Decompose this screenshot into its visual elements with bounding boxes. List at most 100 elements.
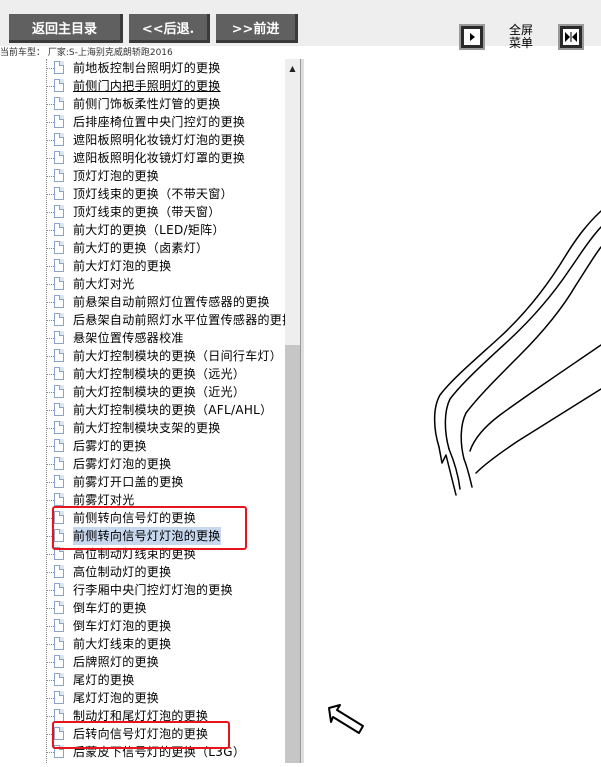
tree-item-label[interactable]: 制动灯和尾灯灯泡的更换 [73, 707, 208, 725]
tree-item-label[interactable]: 顶灯灯泡的更换 [73, 167, 159, 185]
tree-item[interactable]: 后排座椅位置中央门控灯的更换 [0, 113, 285, 131]
tree-item-label[interactable]: 倒车灯的更换 [73, 599, 147, 617]
tree-item-label[interactable]: 尾灯灯泡的更换 [73, 689, 159, 707]
tree-item[interactable]: 前大灯控制模块的更换（日间行车灯） [0, 347, 285, 365]
tree-item[interactable]: 行李厢中央门控灯灯泡的更换 [0, 581, 285, 599]
tree-item[interactable]: 后雾灯灯泡的更换 [0, 455, 285, 473]
tree-item-label[interactable]: 前侧转向信号灯的更换 [73, 509, 196, 527]
tree-item[interactable]: 倒车灯的更换 [0, 599, 285, 617]
tree-connector [46, 536, 54, 537]
lamp-illustration [328, 210, 601, 734]
tree-item-label[interactable]: 前地板控制台照明灯的更换 [73, 59, 221, 77]
tree-item-label[interactable]: 高位制动灯线束的更换 [73, 545, 196, 563]
document-page-icon [54, 115, 64, 128]
tree-scrollbar-thumb[interactable] [285, 345, 300, 763]
document-page-icon [54, 223, 64, 236]
tree-item-label[interactable]: 顶灯线束的更换（不带天窗） [73, 185, 233, 203]
tree-item-label[interactable]: 前大灯对光 [73, 275, 135, 293]
tree-item[interactable]: 尾灯灯泡的更换 [0, 689, 285, 707]
tree-item[interactable]: 后蒙皮下信号灯的更换（L3G） [0, 743, 285, 761]
tree-item[interactable]: 遮阳板照明化妆镜灯灯泡的更换 [0, 131, 285, 149]
tree-item[interactable]: 后牌照灯的更换 [0, 653, 285, 671]
tree-item[interactable]: 前大灯控制模块的更换（远光） [0, 365, 285, 383]
tree-item[interactable]: 前大灯控制模块的更换（近光） [0, 383, 285, 401]
document-page-icon [54, 421, 64, 434]
tree-item[interactable]: 前雾灯对光 [0, 491, 285, 509]
document-page-icon [54, 637, 64, 650]
tree-item-label[interactable]: 行李厢中央门控灯灯泡的更换 [73, 581, 233, 599]
tree-item-label[interactable]: 前大灯控制模块的更换（AFL/AHL） [73, 401, 272, 419]
tree-item-label[interactable]: 悬架位置传感器校准 [73, 329, 184, 347]
back-button[interactable]: <<后退. [129, 14, 210, 43]
tree-item-label[interactable]: 前侧门饰板柔性灯管的更换 [73, 95, 221, 113]
tree-item[interactable]: 后悬架自动前照灯水平位置传感器的更换 [0, 311, 285, 329]
tree-connector [46, 428, 54, 429]
tree-item-label[interactable]: 前大灯控制模块的更换（近光） [73, 383, 245, 401]
tree-item[interactable]: 后雾灯的更换 [0, 437, 285, 455]
document-page-icon [54, 133, 64, 146]
tree-item[interactable]: 顶灯线束的更换（不带天窗） [0, 185, 285, 203]
tree-item-label[interactable]: 前侧转向信号灯灯泡的更换 [73, 527, 221, 545]
tree-item[interactable]: 高位制动灯线束的更换 [0, 545, 285, 563]
tree-item[interactable]: 前雾灯开口盖的更换 [0, 473, 285, 491]
tree-connector [46, 464, 54, 465]
tree-item[interactable]: 高位制动灯的更换 [0, 563, 285, 581]
tree-item-label[interactable]: 后转向信号灯灯泡的更换 [73, 725, 208, 743]
tree-connector [46, 734, 54, 735]
tree-item-label[interactable]: 前大灯线束的更换 [73, 635, 171, 653]
document-page-icon [54, 475, 64, 488]
tree-item[interactable]: 顶灯线束的更换（带天窗） [0, 203, 285, 221]
tree-item[interactable]: 尾灯的更换 [0, 671, 285, 689]
tree-item-label[interactable]: 顶灯线束的更换（带天窗） [73, 203, 221, 221]
tree-item[interactable]: 遮阳板照明化妆镜灯灯罩的更换 [0, 149, 285, 167]
tree-item-label[interactable]: 尾灯的更换 [73, 671, 135, 689]
tree-item-label[interactable]: 遮阳板照明化妆镜灯灯罩的更换 [73, 149, 245, 167]
tree-item[interactable]: 倒车灯灯泡的更换 [0, 617, 285, 635]
tree-item[interactable]: 前侧门内把手照明灯的更换 [0, 77, 285, 95]
tree-item[interactable]: 前侧转向信号灯灯泡的更换 [0, 527, 285, 545]
tree-item[interactable]: 悬架位置传感器校准 [0, 329, 285, 347]
tree-connector [46, 230, 54, 231]
tree-item-label[interactable]: 后蒙皮下信号灯的更换（L3G） [73, 743, 245, 761]
tree-item[interactable]: 前大灯的更换（LED/矩阵） [0, 221, 285, 239]
tree-item-label[interactable]: 前雾灯开口盖的更换 [73, 473, 184, 491]
tree-item-label[interactable]: 后雾灯灯泡的更换 [73, 455, 171, 473]
tree-item-label[interactable]: 遮阳板照明化妆镜灯灯泡的更换 [73, 131, 245, 149]
tree-item-label[interactable]: 前大灯控制模块的更换（远光） [73, 365, 245, 383]
scroll-up-arrow-icon[interactable]: ▲ [287, 63, 298, 73]
tree-item[interactable]: 顶灯灯泡的更换 [0, 167, 285, 185]
tree-item[interactable]: 前悬架自动前照灯位置传感器的更换 [0, 293, 285, 311]
tree-item-label[interactable]: 后悬架自动前照灯水平位置传感器的更换 [73, 311, 285, 329]
tree-item[interactable]: 前侧转向信号灯的更换 [0, 509, 285, 527]
tree-item[interactable]: 前大灯控制模块的更换（AFL/AHL） [0, 401, 285, 419]
tree-item[interactable]: 前地板控制台照明灯的更换 [0, 59, 285, 77]
tree-item-label[interactable]: 高位制动灯的更换 [73, 563, 171, 581]
tree-item[interactable]: 前大灯控制模块支架的更换 [0, 419, 285, 437]
tree-item-label[interactable]: 前雾灯对光 [73, 491, 135, 509]
tree-item[interactable]: 前大灯灯泡的更换 [0, 257, 285, 275]
tree-item-label[interactable]: 前悬架自动前照灯位置传感器的更换 [73, 293, 270, 311]
tree-item[interactable]: 前大灯的更换（卤素灯） [0, 239, 285, 257]
split-toggle-button[interactable] [558, 24, 584, 50]
tree-connector [46, 752, 54, 753]
tree-item[interactable]: 前侧门饰板柔性灯管的更换 [0, 95, 285, 113]
tree-item-label[interactable]: 前大灯控制模块的更换（日间行车灯） [73, 347, 282, 365]
tree-item-label[interactable]: 后牌照灯的更换 [73, 653, 159, 671]
tree-item-label[interactable]: 前大灯灯泡的更换 [73, 257, 171, 275]
tree-item-label[interactable]: 倒车灯灯泡的更换 [73, 617, 171, 635]
document-page-icon [54, 259, 64, 272]
forward-button[interactable]: >>前进 [216, 14, 298, 43]
tree-item-label[interactable]: 前大灯的更换（卤素灯） [73, 239, 208, 257]
tree-item[interactable]: 前大灯线束的更换 [0, 635, 285, 653]
tree-toggle-button[interactable] [459, 24, 485, 50]
tree-item[interactable]: 制动灯和尾灯灯泡的更换 [0, 707, 285, 725]
tree-item[interactable]: 后转向信号灯灯泡的更换 [0, 725, 285, 743]
tree-item[interactable]: 前大灯对光 [0, 275, 285, 293]
tree-item-label[interactable]: 后雾灯的更换 [73, 437, 147, 455]
tree-item-label[interactable]: 前侧门内把手照明灯的更换 [73, 77, 221, 95]
fullscreen-menu-label[interactable]: 全屏 菜单 [506, 24, 536, 50]
tree-item-label[interactable]: 前大灯的更换（LED/矩阵） [73, 221, 225, 239]
tree-item-label[interactable]: 后排座椅位置中央门控灯的更换 [73, 113, 245, 131]
back-to-main-menu-button[interactable]: 返回主目录 [9, 14, 123, 43]
tree-item-label[interactable]: 前大灯控制模块支架的更换 [73, 419, 221, 437]
